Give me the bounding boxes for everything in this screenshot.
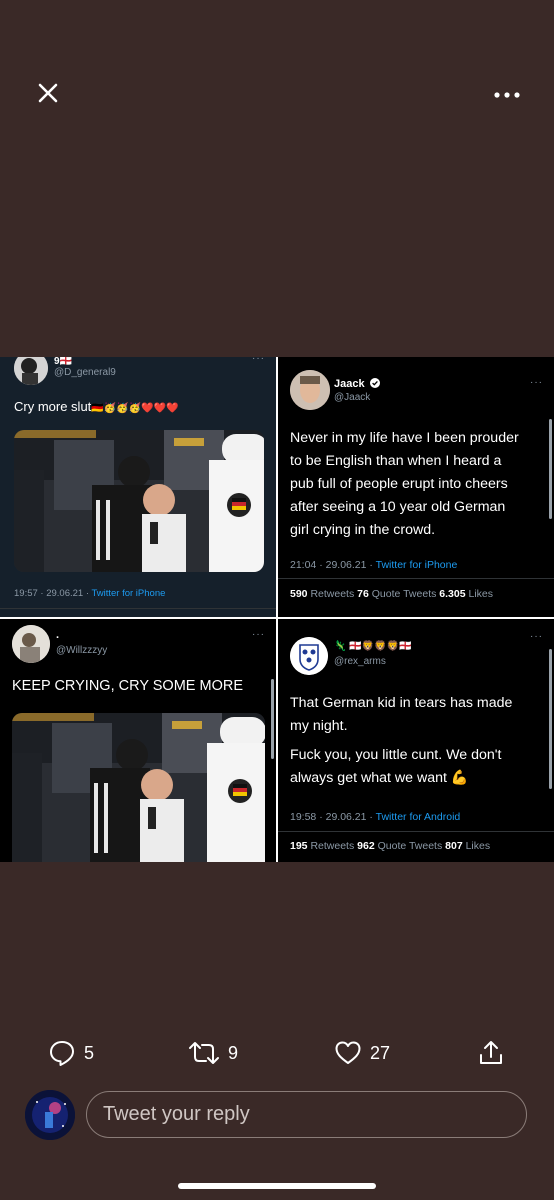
avatar: [12, 625, 50, 663]
more-icon: ···: [252, 629, 265, 640]
author-name: Jaack: [334, 378, 365, 390]
retweets-count: 590: [290, 588, 308, 600]
verified-badge-icon: [369, 378, 380, 388]
retweet-icon: [189, 1042, 219, 1064]
more-icon: ···: [252, 357, 265, 364]
close-icon[interactable]: [35, 80, 61, 106]
author-name: 9🏴󠁧󠁢󠁥󠁮󠁧󠁿: [54, 357, 73, 367]
tweet-source: Twitter for iPhone: [375, 559, 458, 571]
tweet-text: Never in my life have I been prouder to …: [290, 427, 519, 542]
retweets-count: 195: [290, 840, 308, 852]
tweet-timestamp: 19:57 · 29.06.21 · Twitter for iPhone: [14, 588, 165, 599]
quotes-count: 962: [357, 840, 375, 852]
divider: [278, 578, 554, 579]
author-name-row: Jaack: [334, 378, 380, 390]
like-button[interactable]: 27: [334, 1030, 390, 1076]
retweet-button[interactable]: 9: [188, 1030, 238, 1076]
tweet-line: to be English than when I heard a: [290, 453, 502, 469]
likes-label: Likes: [468, 588, 494, 600]
retweets-label: Retweets: [310, 588, 355, 600]
author-handle: @Willzzzyy: [56, 645, 108, 656]
tweet-line: Never in my life have I been prouder: [290, 430, 519, 446]
quotes-label: Quote Tweets: [377, 840, 443, 852]
tweet-source: Twitter for Android: [375, 811, 461, 823]
more-horizontal-icon[interactable]: [493, 90, 521, 100]
tweet-line: my night.: [290, 718, 348, 734]
tweet-time: 19:58 · 29.06.21 ·: [290, 811, 376, 823]
avatar: [290, 637, 328, 675]
more-icon: ···: [530, 377, 543, 388]
tweet-text-body: Cry more slut: [14, 399, 92, 414]
reply-button[interactable]: 5: [48, 1030, 94, 1076]
reply-count: 5: [84, 1042, 95, 1063]
tweet-line: pub full of people erupt into cheers: [290, 476, 508, 492]
tweet-text: KEEP CRYING, CRY SOME MORE: [12, 678, 243, 694]
retweets-label: Retweets: [310, 840, 355, 852]
tweet-screenshot-4: 🦎 🏴󠁧󠁢󠁥󠁮󠁧󠁿🦁🦁🦁🏴󠁧󠁢󠁥󠁮󠁧󠁿 @rex_arms ··· That G…: [278, 619, 554, 862]
tweet-line: always get what we want 💪: [290, 770, 469, 786]
tweet-source: Twitter for iPhone: [91, 588, 166, 599]
reply-placeholder: Tweet your reply: [103, 1103, 250, 1125]
home-indicator[interactable]: [178, 1183, 376, 1189]
heart-icon: [335, 1041, 361, 1064]
tweet-screenshot-1: 9🏴󠁧󠁢󠁥󠁮󠁧󠁿 @D_general9 ··· Cry more slut🇩🇪…: [0, 357, 276, 617]
retweet-count: 9: [228, 1042, 239, 1063]
author-name: 🦎 🏴󠁧󠁢󠁥󠁮󠁧󠁿🦁🦁🦁🏴󠁧󠁢󠁥󠁮󠁧󠁿: [334, 641, 412, 652]
tweet-action-bar: 5 9 27: [0, 1030, 554, 1076]
scrollbar: [549, 419, 552, 519]
tweet-line: girl crying in the crowd.: [290, 522, 436, 538]
tweet-stats: 195 Retweets 962 Quote Tweets 807 Likes: [290, 840, 490, 852]
author-handle: @D_general9: [54, 367, 116, 378]
tweet-text: That German kid in tears has made my nig…: [290, 692, 512, 790]
author-handle: @rex_arms: [334, 656, 386, 667]
avatar: [290, 370, 330, 410]
scrollbar: [549, 649, 552, 789]
more-icon: ···: [530, 631, 543, 642]
tweet-timestamp: 19:58 · 29.06.21 · Twitter for Android: [290, 811, 460, 823]
author-name: .: [56, 629, 60, 641]
tweet-line: Fuck you, you little cunt. We don't: [290, 747, 502, 763]
likes-label: Likes: [465, 840, 491, 852]
quotes-count: 76: [357, 588, 369, 600]
share-icon: [480, 1041, 502, 1064]
tweet-image[interactable]: 9🏴󠁧󠁢󠁥󠁮󠁧󠁿 @D_general9 ··· Cry more slut🇩🇪…: [0, 357, 554, 862]
tweet-screenshot-3: . @Willzzzyy ··· KEEP CRYING, CRY SOME M…: [0, 619, 276, 862]
avatar: [14, 357, 48, 385]
tweet-stats: 590 Retweets 76 Quote Tweets 6.305 Likes: [290, 588, 493, 600]
share-button[interactable]: [477, 1030, 505, 1076]
tweet-line: That German kid in tears has made: [290, 695, 513, 711]
tweet-time: 21:04 · 29.06.21 ·: [290, 559, 376, 571]
tweet-time: 19:57 · 29.06.21 ·: [14, 588, 92, 599]
user-avatar[interactable]: [25, 1090, 75, 1140]
likes-count: 6.305: [439, 588, 466, 600]
tweet-emojis: 🇩🇪🥳🥳🥳❤️❤️❤️: [91, 403, 179, 414]
likes-count: 807: [445, 840, 463, 852]
tweet-line: after seeing a 10 year old German: [290, 499, 506, 515]
reply-icon: [50, 1041, 74, 1066]
divider: [278, 831, 554, 832]
tweet-screenshot-2: Jaack @Jaack ··· Never in my life have I…: [278, 357, 554, 617]
like-count: 27: [370, 1042, 391, 1063]
divider: [0, 608, 276, 609]
tweet-timestamp: 21:04 · 29.06.21 · Twitter for iPhone: [290, 559, 457, 571]
match-photo: [12, 713, 265, 862]
scrollbar: [271, 679, 274, 759]
match-photo: [14, 430, 264, 572]
tweet-text: Cry more slut🇩🇪🥳🥳🥳❤️❤️❤️: [14, 399, 178, 414]
quotes-label: Quote Tweets: [371, 588, 437, 600]
reply-input[interactable]: Tweet your reply: [86, 1091, 527, 1138]
author-handle: @Jaack: [334, 392, 371, 403]
